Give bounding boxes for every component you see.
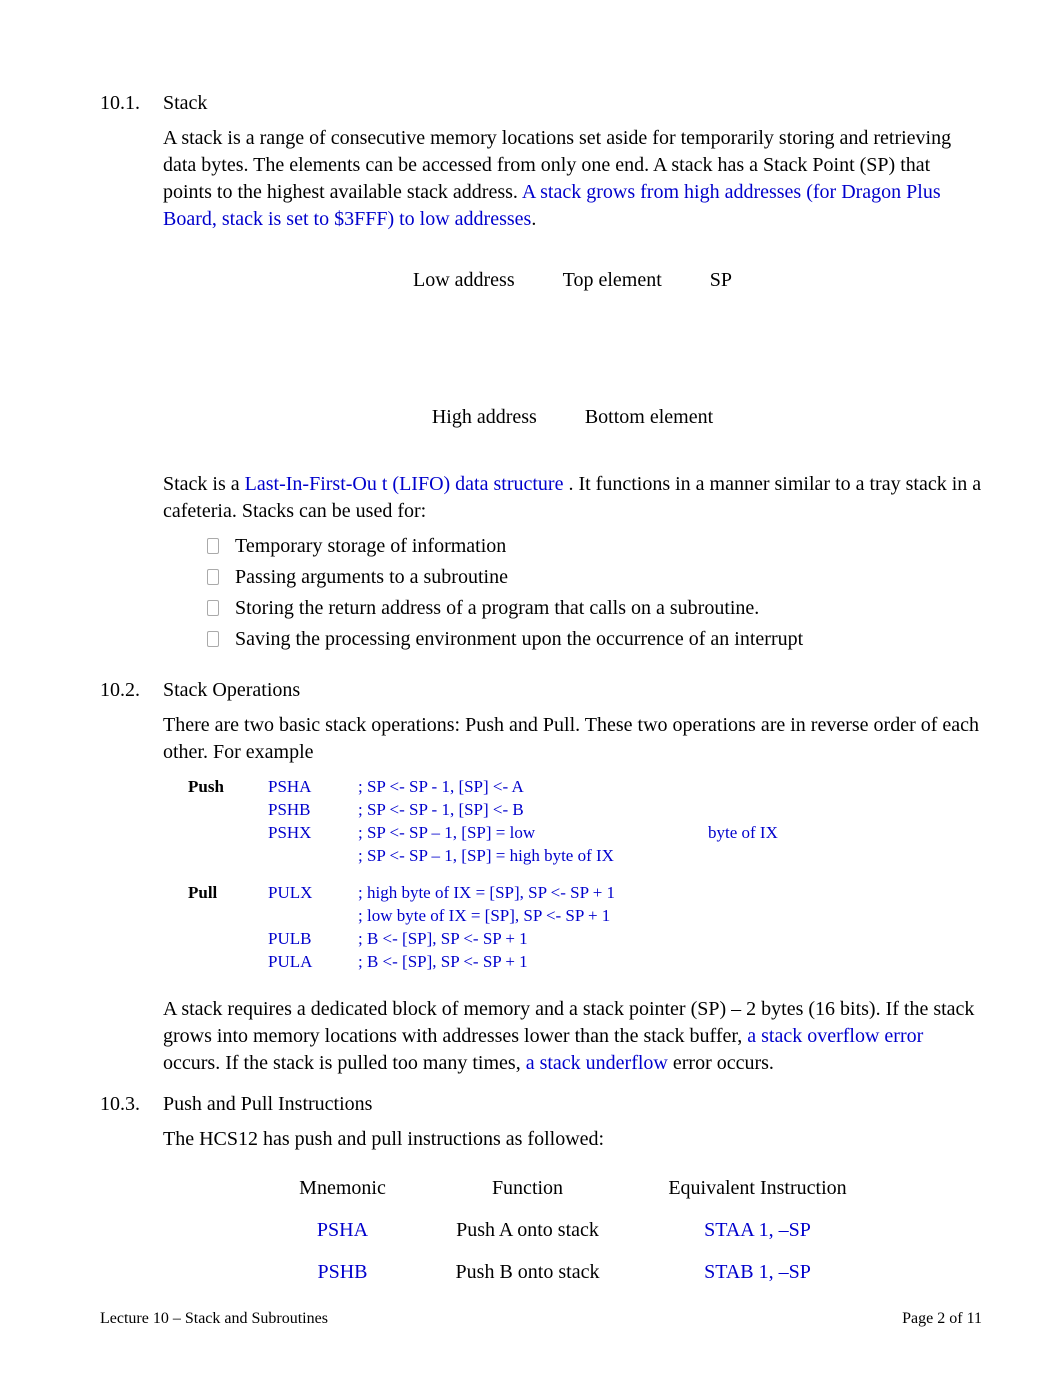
section-10-3-body: The HCS12 has push and pull instructions… — [163, 1126, 982, 1293]
op-name — [188, 928, 268, 951]
section-title: Push and Pull Instructions — [163, 1091, 372, 1118]
page-footer: Lecture 10 – Stack and Subroutines Page … — [100, 1310, 982, 1328]
table-row: PSHX ; SP <- SP – 1, [SP] = low byte of … — [188, 822, 982, 845]
op-name: Pull — [188, 882, 268, 905]
op-mnemonic — [268, 905, 358, 928]
table-row: ; SP <- SP – 1, [SP] = high byte of IX — [188, 845, 982, 868]
table-header-row: Mnemonic Function Equivalent Instruction — [268, 1167, 878, 1209]
col-header-equivalent: Equivalent Instruction — [638, 1167, 878, 1209]
section-title: Stack Operations — [163, 677, 300, 704]
diagram-top-element: Top element — [563, 267, 662, 294]
diagram-bottom-element: Bottom element — [585, 404, 713, 431]
op-mnemonic: PSHA — [268, 776, 358, 799]
section-number: 10.3. — [100, 1091, 163, 1118]
table-row: PULB ; B <- [SP], SP <- SP + 1 — [188, 928, 982, 951]
text: . — [531, 208, 536, 230]
section-10-1-header: 10.1. Stack — [100, 90, 982, 117]
op-name — [188, 799, 268, 822]
diagram-sp-label: SP — [710, 267, 732, 294]
text: error occurs. — [668, 1052, 774, 1074]
op-name — [188, 951, 268, 974]
op-name: Push — [188, 776, 268, 799]
text-blue: Last-In-First-Ou t (LIFO) data structure — [245, 473, 569, 495]
list-item: Passing arguments to a subroutine — [203, 562, 982, 593]
op-extra: byte of IX — [678, 822, 778, 845]
section-number: 10.1. — [100, 90, 163, 117]
section-10-1-body: A stack is a range of consecutive memory… — [163, 125, 982, 655]
op-extra — [678, 845, 708, 868]
cell-equivalent: STAB 1, –SP — [638, 1251, 878, 1293]
paragraph: The HCS12 has push and pull instructions… — [163, 1126, 982, 1153]
section-10-2-header: 10.2. Stack Operations — [100, 677, 982, 704]
op-mnemonic — [268, 845, 358, 868]
op-name — [188, 845, 268, 868]
diagram-high-address: High address — [432, 404, 537, 431]
paragraph: A stack requires a dedicated block of me… — [163, 996, 982, 1077]
op-extra — [678, 882, 708, 905]
cell-mnemonic: PSHB — [268, 1251, 418, 1293]
table-row: PSHB Push B onto stack STAB 1, –SP — [268, 1251, 878, 1293]
table-row: ; low byte of IX = [SP], SP <- SP + 1 — [188, 905, 982, 928]
mnemonic-table: Mnemonic Function Equivalent Instruction… — [268, 1167, 878, 1293]
diagram-row-bottom: High address Bottom element — [432, 404, 713, 431]
section-10-2-body: There are two basic stack operations: Pu… — [163, 712, 982, 1077]
stack-ops-table: Push PSHA ; SP <- SP - 1, [SP] <- A PSHB… — [188, 776, 982, 974]
paragraph: A stack is a range of consecutive memory… — [163, 125, 982, 233]
list-item: Storing the return address of a program … — [203, 593, 982, 624]
cell-equivalent: STAA 1, –SP — [638, 1209, 878, 1251]
col-header-mnemonic: Mnemonic — [268, 1167, 418, 1209]
table-row: Push PSHA ; SP <- SP - 1, [SP] <- A — [188, 776, 982, 799]
op-mnemonic: PULX — [268, 882, 358, 905]
op-comment: ; SP <- SP - 1, [SP] <- B — [358, 799, 678, 822]
table-row: PSHA Push A onto stack STAA 1, –SP — [268, 1209, 878, 1251]
op-comment: ; B <- [SP], SP <- SP + 1 — [358, 928, 678, 951]
op-extra — [678, 799, 708, 822]
footer-right: Page 2 of 11 — [902, 1310, 982, 1328]
page: 10.1. Stack A stack is a range of consec… — [0, 0, 1062, 1376]
section-title: Stack — [163, 90, 207, 117]
op-mnemonic: PULA — [268, 951, 358, 974]
paragraph: There are two basic stack operations: Pu… — [163, 712, 982, 766]
op-comment: ; SP <- SP – 1, [SP] = low — [358, 822, 678, 845]
col-header-function: Function — [418, 1167, 638, 1209]
op-comment: ; high byte of IX = [SP], SP <- SP + 1 — [358, 882, 678, 905]
list-item: Saving the processing environment upon t… — [203, 624, 982, 655]
op-extra — [678, 951, 708, 974]
footer-left: Lecture 10 – Stack and Subroutines — [100, 1310, 328, 1328]
paragraph: Stack is a Last-In-First-Ou t (LIFO) dat… — [163, 471, 982, 525]
cell-mnemonic: PSHA — [268, 1209, 418, 1251]
table-row: Pull PULX ; high byte of IX = [SP], SP <… — [188, 882, 982, 905]
section-number: 10.2. — [100, 677, 163, 704]
op-comment: ; SP <- SP – 1, [SP] = high byte of IX — [358, 845, 678, 868]
diagram-row-top: Low address Top element SP — [413, 267, 732, 294]
section-10-3-header: 10.3. Push and Pull Instructions — [100, 1091, 982, 1118]
diagram-low-address: Low address — [413, 267, 515, 294]
op-extra — [678, 776, 708, 799]
op-name — [188, 822, 268, 845]
text-blue: a stack underflow — [526, 1052, 668, 1074]
list-item: Temporary storage of information — [203, 531, 982, 562]
op-mnemonic: PULB — [268, 928, 358, 951]
op-mnemonic: PSHB — [268, 799, 358, 822]
bullet-list: Temporary storage of information Passing… — [203, 531, 982, 655]
table-row: PSHB ; SP <- SP - 1, [SP] <- B — [188, 799, 982, 822]
text: Stack is a — [163, 473, 245, 495]
op-comment: ; B <- [SP], SP <- SP + 1 — [358, 951, 678, 974]
op-extra — [678, 905, 708, 928]
op-name — [188, 905, 268, 928]
cell-function: Push B onto stack — [418, 1251, 638, 1293]
table-gap — [188, 868, 982, 882]
op-extra — [678, 928, 708, 951]
table-row: PULA ; B <- [SP], SP <- SP + 1 — [188, 951, 982, 974]
op-mnemonic: PSHX — [268, 822, 358, 845]
cell-function: Push A onto stack — [418, 1209, 638, 1251]
text: occurs. If the stack is pulled too many … — [163, 1052, 526, 1074]
op-comment: ; SP <- SP - 1, [SP] <- A — [358, 776, 678, 799]
stack-diagram: Low address Top element SP High address … — [163, 267, 982, 431]
op-comment: ; low byte of IX = [SP], SP <- SP + 1 — [358, 905, 678, 928]
text-blue: a stack overflow error — [747, 1025, 923, 1047]
